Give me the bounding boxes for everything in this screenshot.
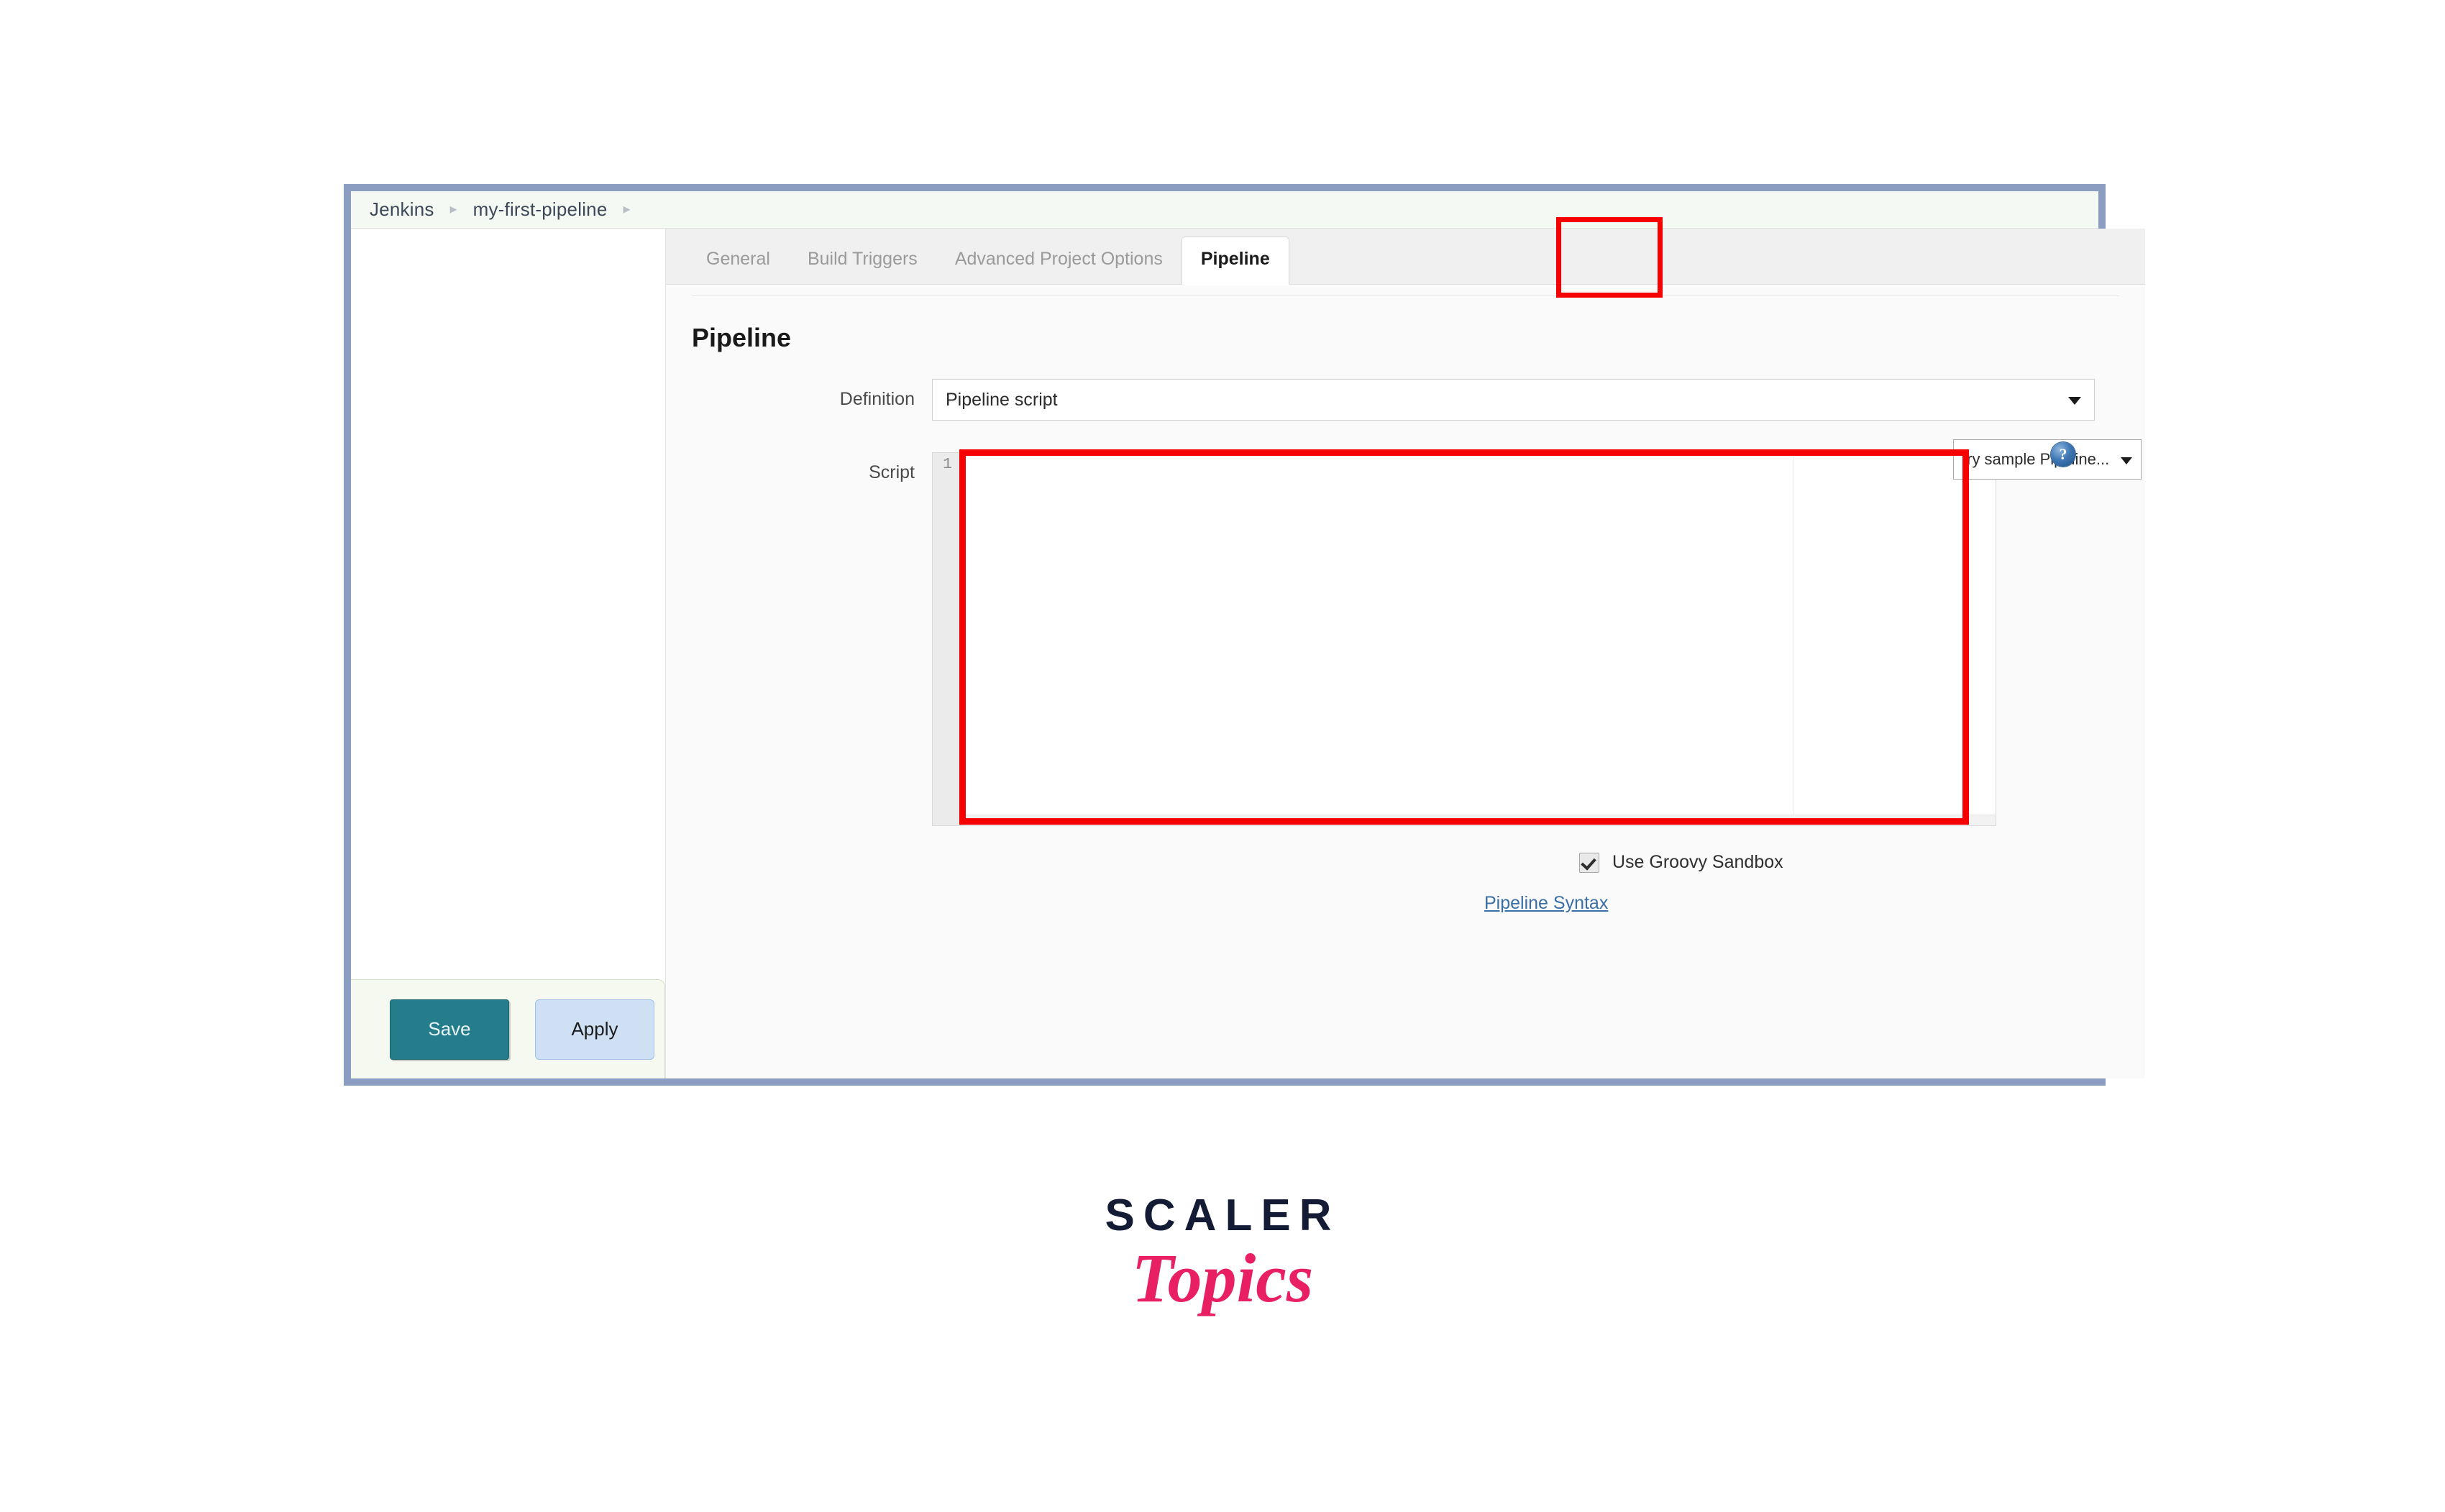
breadcrumb-separator-icon: ▸: [449, 201, 457, 217]
breadcrumb-item-jenkins[interactable]: Jenkins: [370, 198, 434, 221]
jenkins-window: Jenkins ▸ my-first-pipeline ▸ General Bu…: [344, 184, 2145, 1086]
script-editor[interactable]: 1: [932, 452, 1996, 826]
tab-advanced-project-options[interactable]: Advanced Project Options: [936, 249, 1182, 284]
tab-build-triggers[interactable]: Build Triggers: [789, 249, 936, 284]
editor-line-numbers: 1: [933, 453, 963, 825]
script-help-button[interactable]: ?: [2051, 442, 2075, 467]
try-sample-pipeline-value: try sample Pipeline...: [1962, 450, 2110, 468]
pipeline-syntax-row: Pipeline Syntax: [1484, 893, 2145, 914]
script-field: 1 try sample Pipeline... ?: [932, 439, 2145, 826]
form-action-bar: Save Apply: [351, 979, 665, 1078]
breadcrumb-separator-icon-trailing: ▸: [623, 201, 631, 217]
side-panel: [351, 229, 666, 1078]
use-groovy-sandbox-checkbox[interactable]: [1579, 852, 1599, 873]
logo-primary-text: SCALER: [1105, 1191, 1340, 1240]
logo-secondary-text: Topics: [1131, 1240, 1314, 1316]
save-button[interactable]: Save: [390, 999, 509, 1060]
definition-label: Definition: [839, 389, 915, 409]
jenkins-body: General Build Triggers Advanced Project …: [351, 217, 2145, 1078]
page-title: Pipeline: [692, 323, 792, 352]
help-icon: ?: [2051, 442, 2075, 467]
groovy-sandbox-row: Use Groovy Sandbox ?: [1579, 852, 2145, 873]
try-sample-pipeline-select[interactable]: try sample Pipeline...: [1953, 439, 2142, 480]
chevron-down-icon: [2068, 397, 2081, 405]
definition-field: Pipeline script: [932, 379, 2145, 421]
definition-row: Definition Pipeline script: [666, 379, 2145, 421]
breadcrumb-item-my-first-pipeline[interactable]: my-first-pipeline: [473, 198, 608, 221]
editor-status-bar: [963, 815, 1996, 825]
apply-button[interactable]: Apply: [535, 999, 654, 1060]
section-divider: [692, 295, 2119, 296]
config-tab-bar: General Build Triggers Advanced Project …: [666, 217, 2145, 298]
chevron-down-icon: [2121, 457, 2132, 464]
use-groovy-sandbox-label: Use Groovy Sandbox: [1612, 852, 1783, 872]
script-row: Script 1 try sample Pipeline... ?: [666, 439, 2145, 826]
pipeline-syntax-link[interactable]: Pipeline Syntax: [1484, 893, 1608, 913]
breadcrumb: Jenkins ▸ my-first-pipeline ▸: [351, 191, 2098, 229]
script-editor-wrapper: 1 try sample Pipeline... ?: [932, 439, 2142, 826]
main-panel: General Build Triggers Advanced Project …: [666, 217, 2145, 1078]
tab-general[interactable]: General: [687, 249, 789, 284]
definition-select[interactable]: Pipeline script: [932, 379, 2095, 421]
script-label: Script: [869, 462, 915, 482]
pipeline-config-form: Pipeline Definition Pipeline script Scri…: [666, 285, 2145, 1078]
scaler-topics-logo: SCALER Topics: [0, 1193, 2445, 1315]
script-code-area[interactable]: [963, 453, 1996, 825]
editor-margin-guide: [1793, 453, 1794, 825]
tab-pipeline[interactable]: Pipeline: [1181, 237, 1289, 285]
groovy-sandbox-control[interactable]: Use Groovy Sandbox: [1579, 852, 2145, 873]
definition-select-value: Pipeline script: [946, 389, 1058, 410]
